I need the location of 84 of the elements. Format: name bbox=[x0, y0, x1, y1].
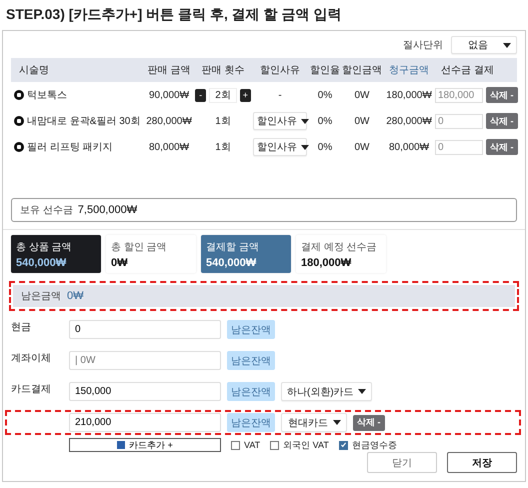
checkbox[interactable] bbox=[270, 440, 280, 450]
table-cell-text: 1회 bbox=[215, 115, 231, 128]
table-cell-text: 0W bbox=[354, 142, 370, 152]
table-cell-text: 0% bbox=[316, 90, 334, 100]
delete-button[interactable]: 삭제 - bbox=[486, 139, 518, 155]
caret-icon bbox=[503, 42, 511, 48]
table-cell-text: 0% bbox=[316, 116, 334, 126]
table-cell-text: 80,000₩ bbox=[388, 142, 430, 152]
table-cell-text: 280,000₩ bbox=[385, 116, 433, 126]
summary-label: 결제 예정 선수금 bbox=[301, 240, 378, 254]
discount-reason-select[interactable]: 할인사유 bbox=[253, 138, 307, 156]
summary-value: 180,000₩ bbox=[301, 256, 352, 268]
minus-button[interactable]: - bbox=[195, 88, 206, 102]
rounding-label: 절사단위 bbox=[403, 39, 443, 52]
amount-input[interactable]: 150,000 bbox=[69, 382, 221, 401]
column-header: 판매 횟수 bbox=[200, 64, 246, 77]
treatment-name: 턱보톡스 bbox=[27, 89, 67, 102]
circle-badge-icon bbox=[14, 116, 24, 126]
column-header: 판매 금액 bbox=[146, 64, 192, 77]
amount-input[interactable]: 0 bbox=[69, 320, 221, 339]
summary-label: 총 할인 금액 bbox=[111, 240, 168, 254]
checkbox[interactable] bbox=[338, 440, 348, 450]
amount-input[interactable]: | 0W bbox=[69, 351, 221, 370]
column-header: 청구금액 bbox=[388, 64, 430, 77]
table-cell-text: 80,000₩ bbox=[148, 142, 190, 152]
summary-value: 540,000₩ bbox=[16, 256, 68, 268]
circle-badge-icon bbox=[14, 142, 24, 152]
close-button[interactable]: 닫기 bbox=[367, 452, 437, 473]
column-header: 할인사유 bbox=[259, 64, 301, 77]
card-select[interactable]: 하나(외환)카드 bbox=[281, 382, 372, 401]
treatment-name: 내맘대로 윤곽&필러 30회 bbox=[27, 115, 140, 128]
caret-icon bbox=[358, 389, 366, 394]
discount-reason-select[interactable]: 할인사유 bbox=[253, 112, 307, 130]
circle-badge-icon bbox=[14, 90, 24, 100]
caret-icon bbox=[333, 420, 341, 425]
column-header: 선수금 결제 bbox=[440, 64, 495, 77]
summary-value: 540,000₩ bbox=[206, 256, 258, 268]
remaining-balance-button[interactable]: 남은잔액 bbox=[227, 413, 275, 432]
save-button[interactable]: 저장 bbox=[447, 452, 517, 473]
remaining-balance-button[interactable]: 남은잔액 bbox=[227, 351, 275, 370]
rounding-select[interactable]: 없음 bbox=[451, 36, 517, 54]
delete-button[interactable]: 삭제 - bbox=[486, 87, 518, 103]
table-cell-text: 90,000₩ bbox=[148, 90, 190, 100]
card-select[interactable]: 현대카드 bbox=[281, 413, 347, 432]
checkbox-label: VAT bbox=[244, 440, 260, 450]
table-cell: - bbox=[278, 90, 282, 100]
square-icon bbox=[117, 441, 126, 449]
prepaid-input[interactable]: 0 bbox=[435, 114, 483, 128]
page-title: STEP.03) [카드추가+] 버튼 클릭 후, 결제 할 금액 입력 bbox=[6, 5, 342, 24]
table-cell-text: 180,000₩ bbox=[385, 90, 433, 100]
caret-icon bbox=[301, 144, 309, 150]
column-header: 시술명 bbox=[18, 64, 50, 77]
prepaid-balance-label: 보유 선수금 bbox=[20, 204, 73, 217]
prepaid-input[interactable]: 180,000 bbox=[435, 88, 483, 102]
summary-label: 총 상품 금액 bbox=[16, 240, 73, 254]
column-header: 할인율 bbox=[309, 64, 341, 77]
prepaid-balance-value: 7,500,000₩ bbox=[78, 204, 138, 216]
caret-icon bbox=[301, 118, 309, 124]
plus-button[interactable]: + bbox=[240, 88, 251, 102]
payment-label: 계좌이체 bbox=[11, 352, 52, 365]
checkbox[interactable] bbox=[231, 440, 240, 450]
add-card-button[interactable]: 카드추가 + bbox=[69, 438, 221, 452]
delete-button[interactable]: 삭제 - bbox=[353, 414, 384, 430]
remaining-balance-button[interactable]: 남은잔액 bbox=[227, 320, 275, 339]
remaining-label: 남은금액 bbox=[21, 290, 61, 303]
table-cell-text: 0W bbox=[354, 116, 370, 126]
treatment-name: 필러 리프팅 패키지 bbox=[27, 141, 113, 154]
payment-label: 현금 bbox=[11, 321, 32, 334]
count-field[interactable]: 2회 bbox=[209, 88, 237, 102]
prepaid-input[interactable]: 0 bbox=[435, 140, 483, 154]
checkbox-label: 현금영수증 bbox=[352, 438, 397, 452]
delete-button[interactable]: 삭제 - bbox=[486, 113, 518, 129]
summary-value: 0₩ bbox=[111, 256, 128, 268]
table-cell-text: 0% bbox=[316, 142, 334, 152]
table-cell-text: 1회 bbox=[215, 141, 231, 154]
remaining-balance-button[interactable]: 남은잔액 bbox=[227, 382, 275, 401]
column-header: 할인금액 bbox=[341, 64, 383, 77]
amount-input[interactable]: 210,000 bbox=[69, 413, 221, 432]
summary-label: 결제할 금액 bbox=[206, 240, 260, 254]
checkbox-label: 외국인 VAT bbox=[283, 438, 329, 452]
table-cell-text: 280,000₩ bbox=[145, 116, 193, 126]
payment-label: 카드결제 bbox=[11, 383, 52, 396]
table-cell-text: 0W bbox=[354, 90, 370, 100]
remaining-value: 0₩ bbox=[67, 290, 84, 302]
